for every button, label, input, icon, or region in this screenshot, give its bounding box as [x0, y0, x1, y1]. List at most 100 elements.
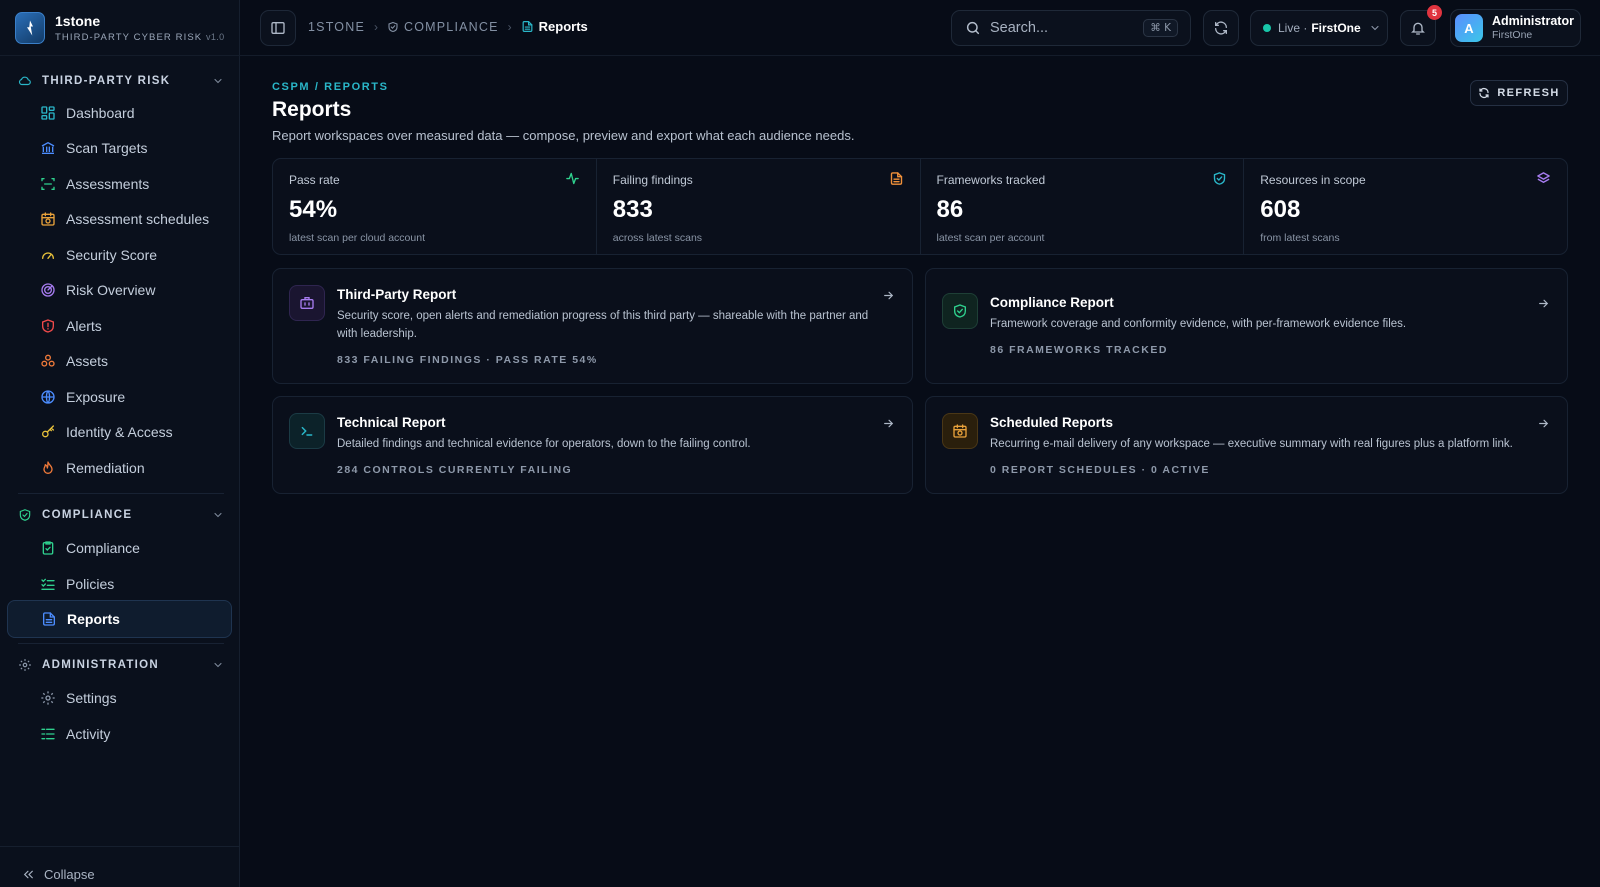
flame-icon — [43, 461, 53, 474]
arrow-right-icon — [1539, 419, 1549, 428]
stat-resources-in-scope: Resources in scope 608 from latest scans — [1244, 159, 1567, 254]
sync-button[interactable] — [1203, 10, 1239, 46]
sidebar-item-alerts[interactable]: Alerts — [33, 312, 229, 340]
sidebar-item-assets[interactable]: Assets — [33, 347, 229, 375]
user-org: FirstOne — [1492, 29, 1533, 41]
sidebar-item-settings[interactable]: Settings — [33, 684, 229, 712]
brand-logo-icon — [15, 12, 45, 44]
breadcrumb-item-compliance[interactable]: COMPLIANCE — [387, 20, 499, 34]
chevron-down-icon — [1371, 25, 1379, 31]
user-menu[interactable]: A Administrator FirstOne — [1450, 9, 1581, 47]
panel-left-icon — [271, 22, 285, 34]
report-card-third-party[interactable]: Third-Party Report Security score, open … — [272, 268, 913, 384]
report-card-technical[interactable]: Technical Report Detailed findings and t… — [272, 396, 913, 494]
stat-note: latest scan per cloud account — [289, 232, 425, 244]
section-title: THIRD-PARTY RISK — [42, 75, 171, 87]
sidebar-item-policies[interactable]: Policies — [33, 570, 229, 598]
avatar: A — [1455, 14, 1483, 42]
refresh-button[interactable]: REFRESH — [1470, 80, 1568, 106]
section-third-party-risk[interactable]: THIRD-PARTY RISK — [18, 71, 224, 91]
section-administration[interactable]: ADMINISTRATION — [18, 655, 224, 675]
report-title: Technical Report — [337, 415, 446, 430]
clipboard-check-icon — [42, 541, 54, 555]
sidebar-item-exposure[interactable]: Exposure — [33, 383, 229, 411]
chevrons-left-icon — [23, 870, 33, 879]
stat-pass-rate: Pass rate 54% latest scan per cloud acco… — [273, 159, 597, 254]
sidebar-item-risk-overview[interactable]: Risk Overview — [33, 276, 229, 304]
stat-failing-findings: Failing findings 833 across latest scans — [597, 159, 921, 254]
bell-icon — [1411, 22, 1425, 35]
breadcrumb-separator-icon: › — [374, 19, 378, 34]
cloud-icon — [18, 76, 31, 86]
sidebar-item-label: Assessment schedules — [66, 211, 210, 227]
calendar-clock-icon — [41, 212, 55, 226]
report-title: Third-Party Report — [337, 287, 457, 302]
shield-check-icon — [19, 509, 31, 521]
topbar: 1STONE › COMPLIANCE › Reports Search... … — [240, 0, 1600, 56]
report-meta: 0 REPORT SCHEDULES · 0 ACTIVE — [990, 464, 1210, 476]
sidebar-item-label: Compliance — [66, 540, 140, 556]
divider — [18, 643, 224, 644]
gauge-icon — [42, 252, 54, 259]
boxes-icon — [41, 354, 55, 367]
sidebar-item-label: Scan Targets — [66, 140, 148, 156]
sidebar-item-assessment-schedules[interactable]: Assessment schedules — [33, 205, 229, 233]
sidebar-toggle-button[interactable] — [260, 10, 296, 46]
breadcrumb-label: COMPLIANCE — [404, 19, 499, 34]
sidebar-item-label: Identity & Access — [66, 424, 173, 440]
collapse-label: Collapse — [44, 867, 95, 882]
report-icon — [289, 413, 325, 449]
terminal-icon — [301, 426, 313, 436]
breadcrumb: 1STONE › COMPLIANCE › Reports — [308, 19, 588, 34]
sidebar-item-assessments[interactable]: Assessments — [33, 170, 229, 198]
sidebar-item-label: Risk Overview — [66, 282, 156, 298]
notifications-button[interactable]: 5 — [1400, 5, 1442, 46]
chevron-down-icon — [214, 512, 222, 518]
environment-selector[interactable]: Live · FirstOne — [1250, 10, 1388, 46]
arrow-right-icon — [1539, 299, 1549, 308]
sidebar-item-activity[interactable]: Activity — [33, 720, 229, 748]
sidebar-item-label: Exposure — [66, 389, 126, 405]
section-compliance[interactable]: COMPLIANCE — [18, 505, 224, 525]
report-title: Scheduled Reports — [990, 415, 1114, 430]
section-title: COMPLIANCE — [42, 509, 133, 521]
stat-value: 608 — [1260, 196, 1301, 223]
search-icon — [966, 21, 980, 35]
dashboard-icon — [41, 106, 55, 120]
stat-label: Resources in scope — [1260, 173, 1366, 187]
briefcase-icon — [300, 297, 314, 309]
report-card-scheduled[interactable]: Scheduled Reports Recurring e-mail deliv… — [925, 396, 1568, 494]
divider — [18, 493, 224, 494]
divider — [0, 846, 240, 847]
search-input[interactable]: Search... ⌘ K — [951, 10, 1191, 46]
refresh-icon — [1479, 88, 1489, 98]
search-shortcut: ⌘ K — [1143, 19, 1178, 37]
status-dot-icon — [1263, 24, 1271, 32]
sidebar-item-reports[interactable]: Reports — [7, 600, 232, 638]
sidebar-item-compliance[interactable]: Compliance — [33, 534, 229, 562]
sidebar-item-dashboard[interactable]: Dashboard — [33, 99, 229, 127]
sidebar-item-identity-access[interactable]: Identity & Access — [33, 418, 229, 446]
sidebar-item-scan-targets[interactable]: Scan Targets — [33, 134, 229, 162]
stat-value: 86 — [936, 196, 964, 223]
stats-panel: Pass rate 54% latest scan per cloud acco… — [272, 158, 1568, 255]
sidebar-item-remediation[interactable]: Remediation — [33, 454, 229, 482]
report-card-compliance[interactable]: Compliance Report Framework coverage and… — [925, 268, 1568, 384]
stat-note: from latest scans — [1260, 232, 1340, 244]
breadcrumb-item-1stone[interactable]: 1STONE — [308, 20, 365, 34]
stat-frameworks-tracked: Frameworks tracked 86 latest scan per ac… — [921, 159, 1245, 254]
breadcrumb-label: Reports — [538, 19, 588, 34]
sidebar-item-label: Policies — [66, 576, 115, 592]
sidebar-item-label: Security Score — [66, 247, 158, 263]
sidebar-item-security-score[interactable]: Security Score — [33, 241, 229, 269]
sidebar-item-label: Activity — [66, 726, 111, 742]
list-checks-icon — [41, 578, 55, 590]
sidebar-item-label: Reports — [67, 611, 120, 627]
gear-icon — [41, 691, 55, 705]
shield-check-icon — [1214, 172, 1226, 185]
brand[interactable]: 1stone THIRD-PARTY CYBER RISK v1.0 — [15, 11, 225, 45]
section-title: ADMINISTRATION — [42, 659, 160, 671]
refresh-label: REFRESH — [1497, 87, 1560, 99]
list-tree-icon — [41, 728, 55, 740]
collapse-button[interactable]: Collapse — [22, 867, 95, 882]
